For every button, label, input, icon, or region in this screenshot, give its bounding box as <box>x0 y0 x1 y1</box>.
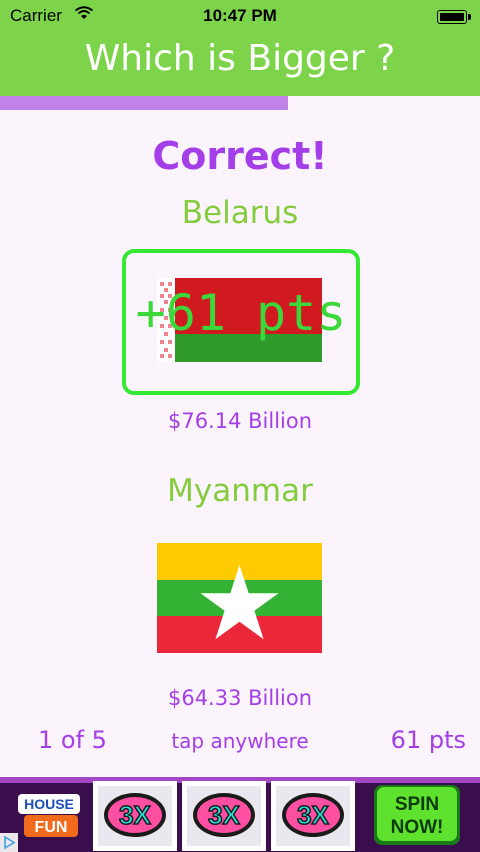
points-earned-overlay: +61 pts <box>135 284 347 342</box>
header-bar: Carrier 10:47 PM Which is Bigger ? <box>0 0 480 96</box>
ad-spin-text: SPIN <box>395 794 439 815</box>
ad-logo: HOUSE FUN <box>18 794 80 837</box>
game-screen[interactable]: Carrier 10:47 PM Which is Bigger ? Corre… <box>0 0 480 852</box>
progress-fill <box>0 96 288 110</box>
page-title: Which is Bigger ? <box>84 38 396 79</box>
status-bar: Carrier 10:47 PM <box>0 0 480 32</box>
country1-name: Belarus <box>181 195 299 231</box>
ad-reel-3-label: 3X <box>297 800 329 830</box>
ad-banner[interactable]: HOUSE FUN 3X 3X 3X SPIN NOW! <box>0 777 480 852</box>
ad-reel-2-label: 3X <box>208 800 240 830</box>
ad-reel-1-label: 3X <box>119 800 151 830</box>
ad-reel-1: 3X <box>93 781 177 851</box>
progress-bar <box>0 96 480 110</box>
ad-reel-2: 3X <box>182 781 266 851</box>
ad-banner-graphic: HOUSE FUN 3X 3X 3X SPIN NOW! <box>0 777 480 852</box>
battery-icon <box>437 10 471 24</box>
result-label: Correct! <box>152 134 328 178</box>
ad-logo-top-text: HOUSE <box>24 796 74 812</box>
ad-choices-icon[interactable] <box>0 833 18 852</box>
country1-value: $76.14 Billion <box>167 409 313 433</box>
status-time: 10:47 PM <box>203 6 277 25</box>
ad-spin-now-button[interactable]: SPIN NOW! <box>374 785 460 845</box>
country2-name: Myanmar <box>167 473 313 509</box>
score-label: 61 pts <box>390 726 466 754</box>
ad-logo-bottom-text: FUN <box>35 819 68 836</box>
ad-reel-3: 3X <box>271 781 355 851</box>
ad-now-text: NOW! <box>391 817 444 838</box>
country2-value: $64.33 Billion <box>167 686 313 710</box>
myanmar-flag[interactable] <box>157 543 322 653</box>
